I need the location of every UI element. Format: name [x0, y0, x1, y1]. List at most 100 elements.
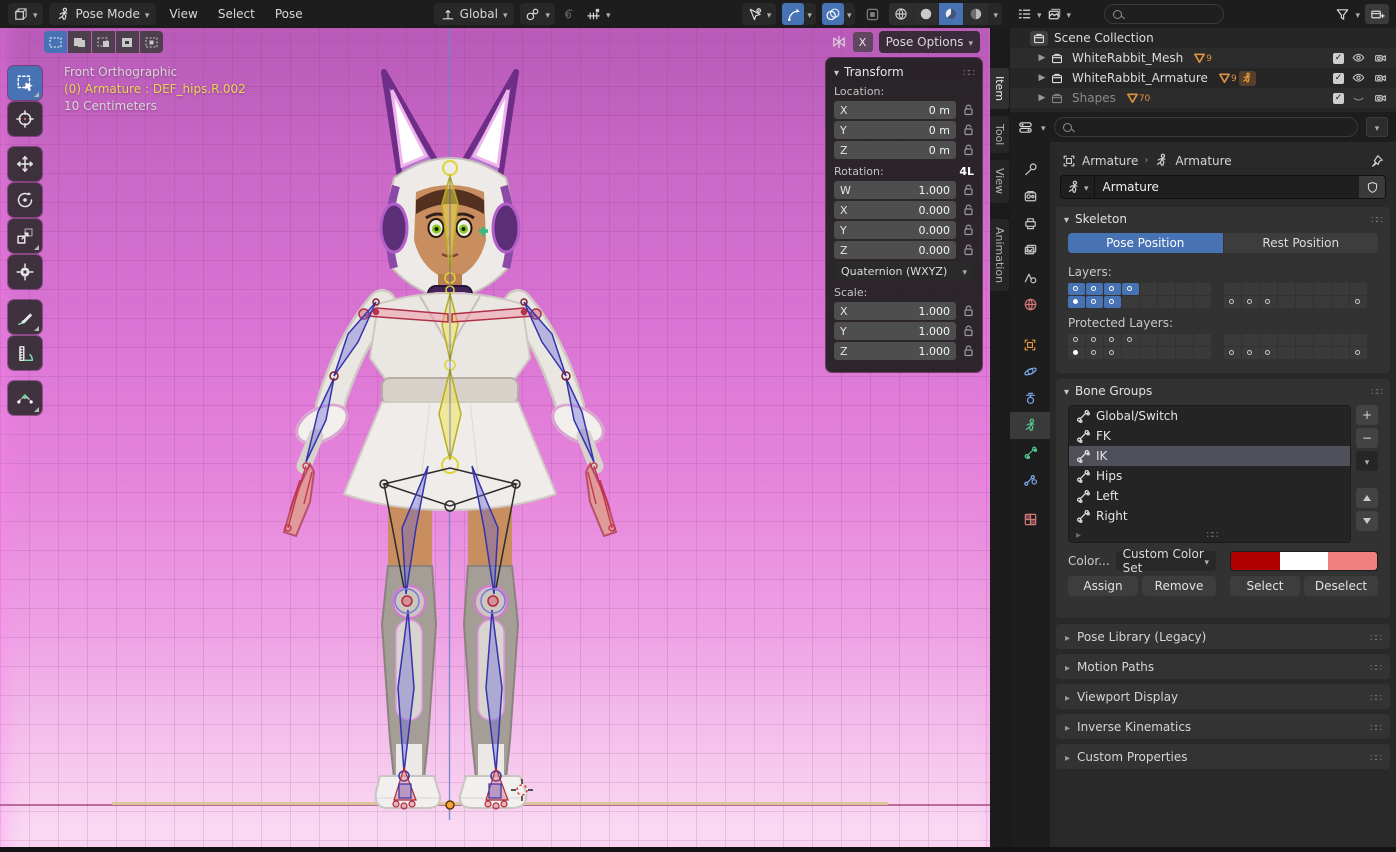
npanel-tab-item[interactable]: Item	[990, 68, 1009, 109]
protected-layer-cell[interactable]	[1068, 334, 1085, 346]
protected-layer-cell[interactable]	[1332, 347, 1349, 359]
outliner-row-shapes[interactable]: ▶Shapes70✓	[1010, 88, 1396, 108]
protected-layer-cell[interactable]	[1260, 334, 1277, 346]
menu-view[interactable]: View	[162, 7, 204, 21]
protected-layer-cell[interactable]	[1122, 347, 1139, 359]
layer-cell[interactable]	[1122, 283, 1139, 295]
layer-cell[interactable]	[1350, 283, 1367, 295]
lock-icon[interactable]	[956, 325, 974, 337]
panel-motion-paths[interactable]: Motion Paths	[1056, 654, 1390, 679]
rotation-mode-badge[interactable]: 4L	[884, 165, 974, 178]
properties-tab-object[interactable]	[1010, 331, 1050, 358]
gizmos-icon[interactable]	[782, 3, 804, 25]
lock-icon[interactable]	[956, 204, 974, 216]
bone-group-right[interactable]: Right	[1069, 506, 1350, 526]
protected-layer-cell[interactable]	[1068, 347, 1085, 359]
layer-cell[interactable]	[1086, 296, 1103, 308]
collapse-icon[interactable]	[1064, 212, 1069, 226]
protected-layer-cell[interactable]	[1086, 347, 1103, 359]
select-mode-intersect[interactable]	[140, 31, 163, 53]
color-swatch-3[interactable]	[1328, 552, 1377, 570]
rotation-z-field[interactable]: Z0.000	[834, 241, 956, 259]
filter-icon[interactable]	[1335, 7, 1350, 22]
protected-layer-cell[interactable]	[1296, 347, 1313, 359]
lock-icon[interactable]	[956, 124, 974, 136]
deselect-button[interactable]: Deselect	[1304, 576, 1378, 596]
protected-layer-cell[interactable]	[1122, 334, 1139, 346]
select-mode-extend[interactable]	[68, 31, 91, 53]
panel-viewport-display[interactable]: Viewport Display	[1056, 684, 1390, 709]
drag-handle[interactable]	[963, 65, 974, 79]
protected-layer-cell[interactable]	[1242, 334, 1259, 346]
npanel-tab-animation[interactable]: Animation	[990, 219, 1009, 291]
rotation-y-field[interactable]: Y0.000	[834, 221, 956, 239]
layer-cell[interactable]	[1068, 283, 1085, 295]
protected-layer-cell[interactable]	[1260, 347, 1277, 359]
protected-layer-cell[interactable]	[1224, 334, 1241, 346]
layer-cell[interactable]	[1122, 296, 1139, 308]
new-collection-button[interactable]	[1365, 4, 1389, 24]
layer-cell[interactable]	[1296, 296, 1313, 308]
protected-layer-cell[interactable]	[1278, 334, 1295, 346]
protected-layer-cell[interactable]	[1224, 347, 1241, 359]
outliner-search-input[interactable]	[1104, 4, 1224, 24]
layer-cell[interactable]	[1194, 283, 1211, 295]
camera-icon[interactable]	[1373, 52, 1388, 65]
drag-handle[interactable]	[1370, 660, 1381, 674]
lock-icon[interactable]	[956, 144, 974, 156]
drag-handle[interactable]	[1370, 690, 1381, 704]
location-y-field[interactable]: Y0 m	[834, 121, 956, 139]
proportional-editing-icon[interactable]	[561, 7, 575, 21]
layer-cell[interactable]	[1086, 283, 1103, 295]
layer-cell[interactable]	[1224, 283, 1241, 295]
bone-group-ik[interactable]: IK	[1069, 446, 1350, 466]
shading-material-icon[interactable]	[939, 3, 963, 25]
layer-cell[interactable]	[1350, 296, 1367, 308]
location-x-field[interactable]: X0 m	[834, 101, 956, 119]
selectable-checkbox[interactable]: ✓	[1333, 93, 1344, 104]
layer-cell[interactable]	[1158, 283, 1175, 295]
properties-options-button[interactable]	[1366, 117, 1388, 137]
panel-pose-library-legacy-[interactable]: Pose Library (Legacy)	[1056, 624, 1390, 649]
layer-cell[interactable]	[1158, 296, 1175, 308]
layer-cell[interactable]	[1332, 283, 1349, 295]
overlays-icon[interactable]	[822, 3, 844, 25]
collapse-icon[interactable]	[834, 65, 839, 79]
eye-open-icon[interactable]	[1351, 52, 1366, 65]
layer-cell[interactable]	[1176, 296, 1193, 308]
remove-bone-group-button[interactable]: −	[1356, 428, 1378, 448]
add-bone-group-button[interactable]: +	[1356, 405, 1378, 425]
protected-layer-cell[interactable]	[1158, 334, 1175, 346]
npanel-tab-view[interactable]: View	[990, 160, 1009, 202]
protected-layer-cell[interactable]	[1314, 334, 1331, 346]
protected-layer-cell[interactable]	[1176, 334, 1193, 346]
show-gizmo-dropdown[interactable]	[742, 3, 777, 25]
layer-cell[interactable]	[1176, 283, 1193, 295]
select-mode-set[interactable]	[44, 31, 67, 53]
editor-type-button[interactable]	[8, 3, 43, 25]
color-swatch-2[interactable]	[1280, 552, 1329, 570]
lock-icon[interactable]	[956, 224, 974, 236]
protected-layer-cell[interactable]	[1104, 334, 1121, 346]
scale-y-field[interactable]: Y1.000	[834, 322, 956, 340]
select-mode-invert[interactable]	[116, 31, 139, 53]
protected-layer-cell[interactable]	[1140, 334, 1157, 346]
drag-handle[interactable]	[1370, 630, 1381, 644]
panel-inverse-kinematics[interactable]: Inverse Kinematics	[1056, 714, 1390, 739]
pin-icon[interactable]	[1370, 154, 1384, 168]
drag-handle[interactable]	[1371, 212, 1382, 226]
protected-layer-cell[interactable]	[1350, 334, 1367, 346]
properties-tab-texture[interactable]	[1010, 506, 1050, 533]
properties-tab-bone[interactable]	[1010, 439, 1050, 466]
camera-icon[interactable]	[1373, 72, 1388, 85]
lock-icon[interactable]	[956, 104, 974, 116]
menu-select[interactable]: Select	[211, 7, 262, 21]
protected-layer-cell[interactable]	[1104, 347, 1121, 359]
layer-cell[interactable]	[1278, 283, 1295, 295]
pose-options-dropdown[interactable]: Pose Options	[879, 31, 980, 53]
layer-cell[interactable]	[1278, 296, 1295, 308]
layer-cell[interactable]	[1332, 296, 1349, 308]
breadcrumb-data[interactable]: Armature	[1175, 154, 1231, 168]
collapse-icon[interactable]	[1064, 384, 1069, 398]
properties-tab-object-data[interactable]	[1010, 412, 1050, 439]
